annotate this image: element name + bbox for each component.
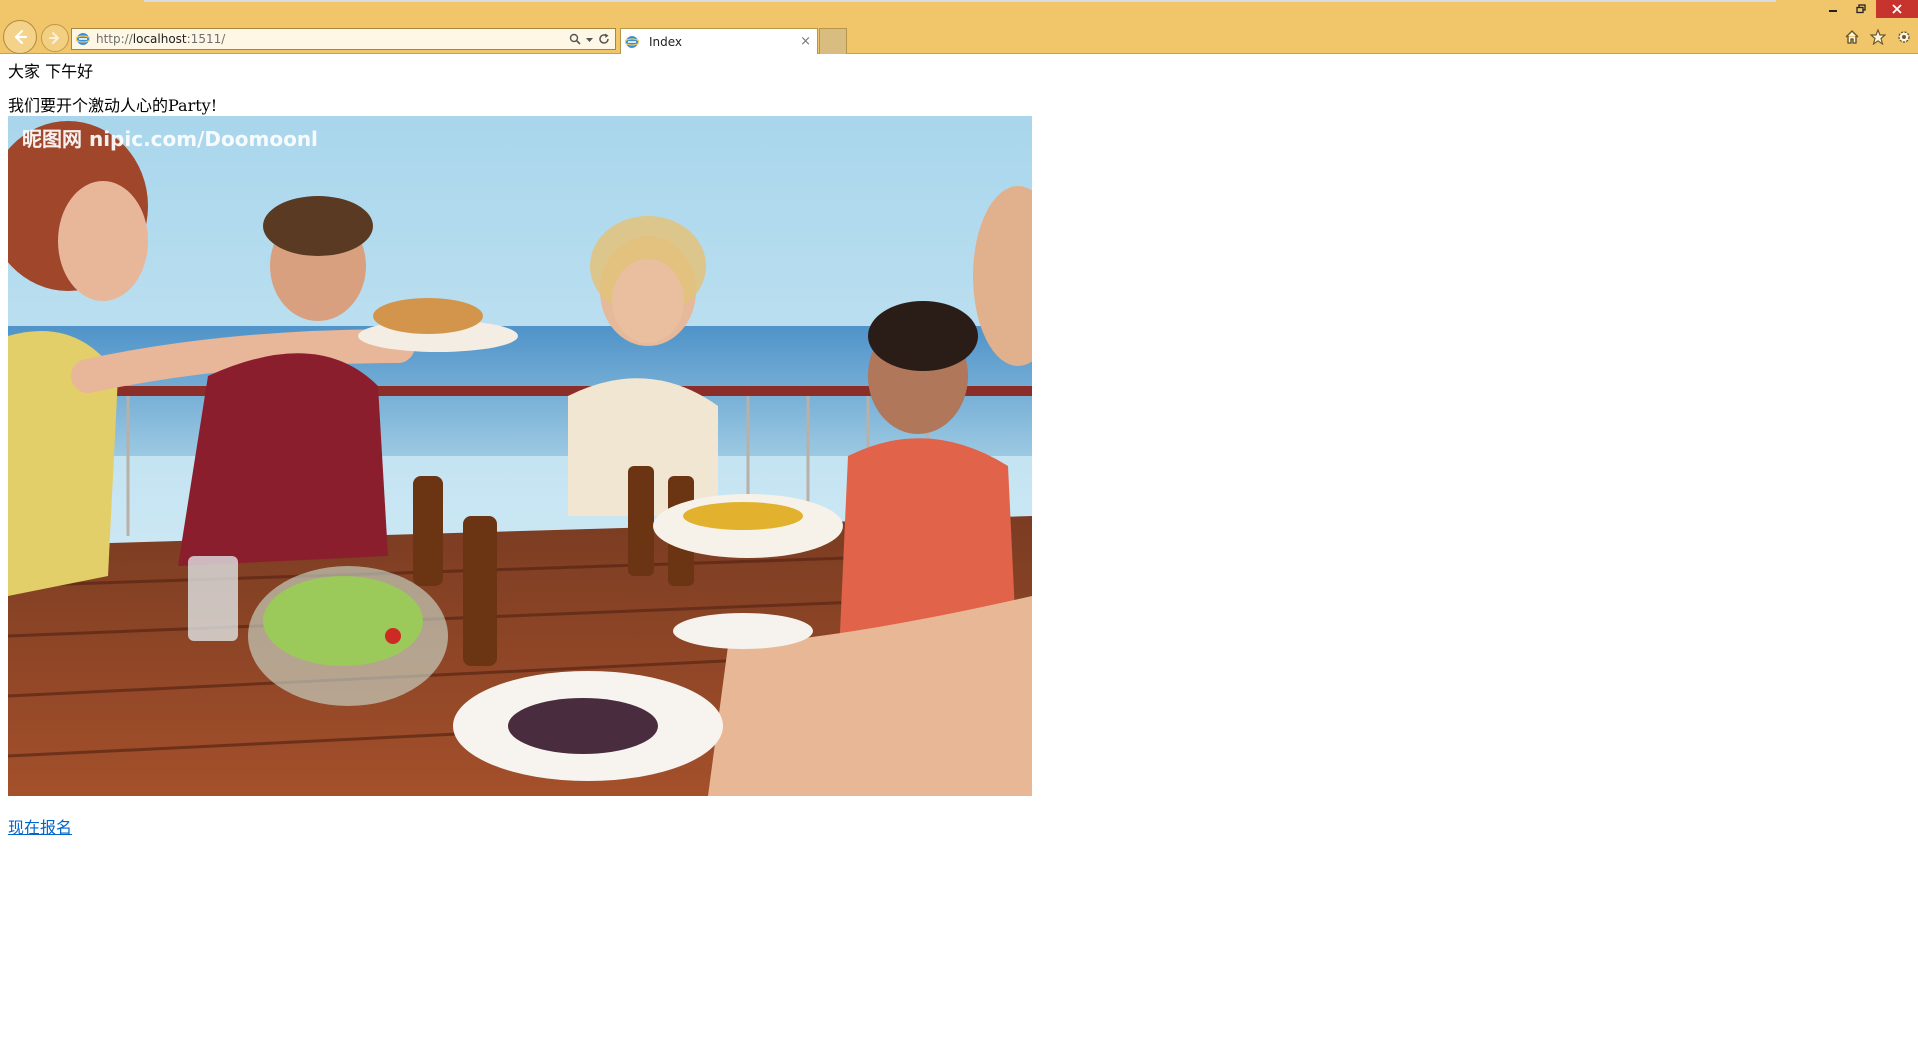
close-button[interactable] [1876, 0, 1918, 18]
greeting-text: 大家 下午好 [8, 62, 94, 81]
minimize-button[interactable] [1820, 0, 1846, 18]
tab-close-icon[interactable]: × [800, 34, 811, 49]
gear-icon[interactable] [1896, 29, 1912, 45]
arrow-left-icon [14, 29, 28, 45]
search-icon[interactable] [569, 33, 581, 45]
home-icon[interactable] [1844, 29, 1860, 45]
new-tab-button[interactable] [819, 28, 847, 54]
back-button[interactable] [3, 20, 37, 54]
restore-button[interactable] [1848, 0, 1874, 18]
star-icon[interactable] [1870, 29, 1886, 45]
photo-watermark: 昵图网 nipic.com/Doomoonl [22, 127, 318, 151]
refresh-icon[interactable] [598, 33, 610, 45]
browser-chrome: http://localhost:1511/ Index × [0, 0, 1918, 54]
announcement-text: 我们要开个激动人心的Party! [8, 96, 218, 115]
minimize-icon [1829, 10, 1837, 12]
party-photo: 昵图网 nipic.com/Doomoonl [8, 116, 1032, 796]
tab-index[interactable]: Index × [620, 28, 818, 54]
close-icon [1892, 4, 1902, 14]
party-photo-illustration: 昵图网 nipic.com/Doomoonl [8, 116, 1032, 796]
ie-tab-icon [625, 35, 639, 48]
forward-button[interactable] [41, 24, 69, 52]
address-bar[interactable]: http://localhost:1511/ [71, 28, 616, 50]
arrow-right-icon [49, 32, 59, 44]
url-text[interactable]: http://localhost:1511/ [96, 32, 569, 46]
dropdown-chevron-icon[interactable] [586, 36, 593, 43]
title-strip [144, 0, 1776, 2]
restore-icon [1856, 4, 1866, 14]
page-content: 大家 下午好 我们要开个激动人心的Party! 昵图网 nipic.com/Do… [8, 54, 1908, 837]
ie-page-icon [76, 33, 90, 45]
signup-link[interactable]: 现在报名 [8, 814, 72, 838]
tab-title: Index [649, 34, 683, 49]
